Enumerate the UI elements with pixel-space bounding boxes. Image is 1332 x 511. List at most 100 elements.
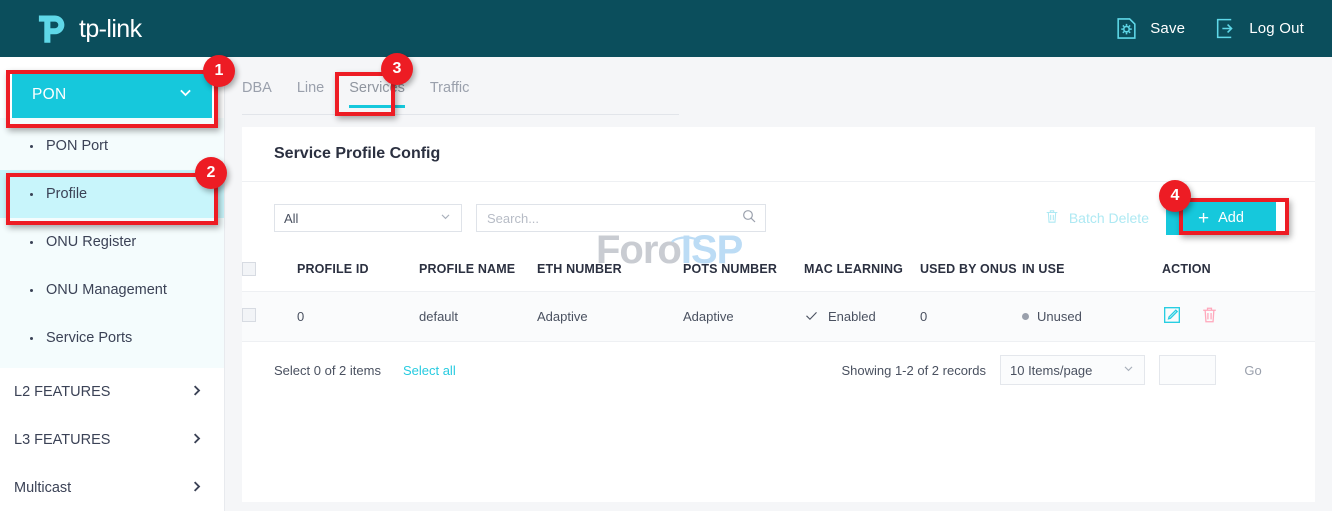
row-select-cell xyxy=(242,292,297,342)
status-dot-icon xyxy=(1022,313,1029,320)
filter-select[interactable]: All xyxy=(274,204,462,232)
search-icon[interactable] xyxy=(741,208,757,229)
top-header-bar: tp-link Save xyxy=(0,0,1332,57)
annotation-badge-4: 4 xyxy=(1159,180,1191,212)
status-badge: Unused xyxy=(1037,309,1082,324)
svg-text:tp-link: tp-link xyxy=(79,15,143,43)
sidebar-item-service-ports[interactable]: Service Ports xyxy=(0,314,224,362)
annotation-badge-1: 1 xyxy=(203,55,235,87)
chevron-down-icon xyxy=(177,84,194,106)
cell-eth-number: Adaptive xyxy=(537,292,683,342)
header-profile-id[interactable]: PROFILE ID xyxy=(297,254,419,292)
header-profile-name[interactable]: PROFILE NAME xyxy=(419,254,537,292)
row-checkbox[interactable] xyxy=(242,308,256,322)
header-eth-number[interactable]: ETH NUMBER xyxy=(537,254,683,292)
tab-line[interactable]: Line xyxy=(297,80,324,107)
edit-pencil-icon[interactable] xyxy=(1162,305,1182,328)
main-content: DBA Line Services Traffic Service Profil… xyxy=(225,57,1332,511)
table-footer: Select 0 of 2 items Select all Showing 1… xyxy=(242,342,1315,398)
cell-used-by-onus: 0 xyxy=(920,292,1022,342)
annotation-badge-2: 2 xyxy=(195,157,227,189)
filter-select-value: All xyxy=(284,211,439,226)
select-all-link[interactable]: Select all xyxy=(403,363,456,378)
go-button[interactable]: Go xyxy=(1230,355,1276,385)
sidebar-item-multicast[interactable]: Multicast xyxy=(0,464,224,511)
table-toolbar: All xyxy=(242,182,1315,254)
page-number-input[interactable] xyxy=(1160,356,1215,384)
bullet-icon xyxy=(30,241,33,244)
search-input[interactable] xyxy=(487,211,741,226)
save-button[interactable]: Save xyxy=(1114,16,1185,41)
bullet-icon xyxy=(30,337,33,340)
cell-profile-id: 0 xyxy=(297,292,419,342)
tab-traffic[interactable]: Traffic xyxy=(430,80,469,107)
save-gear-icon xyxy=(1114,16,1139,41)
table-row[interactable]: 0 default Adaptive Adaptive xyxy=(242,292,1315,342)
search-box[interactable] xyxy=(476,204,766,232)
pagination-controls: Showing 1-2 of 2 records 10 Items/page G… xyxy=(841,355,1276,385)
sidebar-item-label: Profile xyxy=(46,186,87,202)
header-pots-number[interactable]: POTS NUMBER xyxy=(683,254,804,292)
header-in-use[interactable]: IN USE xyxy=(1022,254,1162,292)
records-showing: Showing 1-2 of 2 records xyxy=(841,363,986,378)
chevron-right-icon xyxy=(189,431,204,450)
page-number-input-wrap[interactable] xyxy=(1159,355,1216,385)
sidebar-pon-label: PON xyxy=(32,86,67,104)
sidebar-submenu-pon: PON Port Profile ONU Register ONU Manage… xyxy=(0,118,224,368)
chevron-down-icon xyxy=(439,210,452,226)
table-header: PROFILE ID PROFILE NAME ETH NUMBER POTS … xyxy=(242,254,1315,292)
sidebar-group-label: Multicast xyxy=(14,480,71,496)
sidebar-item-pon-port[interactable]: PON Port xyxy=(0,122,224,170)
batch-delete-button[interactable]: Batch Delete xyxy=(1044,208,1149,228)
bullet-icon xyxy=(30,145,33,148)
table-header-row: PROFILE ID PROFILE NAME ETH NUMBER POTS … xyxy=(242,254,1315,292)
page-size-value: 10 Items/page xyxy=(1010,363,1122,378)
sidebar-item-label: Service Ports xyxy=(46,330,132,346)
header-action: ACTION xyxy=(1162,254,1315,292)
check-icon xyxy=(804,308,819,326)
logout-arrow-icon xyxy=(1213,16,1238,41)
header-mac-learning[interactable]: MAC LEARNING xyxy=(804,254,920,292)
cell-profile-name: default xyxy=(419,292,537,342)
chevron-right-icon xyxy=(189,383,204,402)
cell-in-use: Unused xyxy=(1022,292,1162,342)
tplink-logo[interactable]: tp-link xyxy=(33,12,201,46)
sidebar-group-label: L2 FEATURES xyxy=(14,384,110,400)
selection-count: Select 0 of 2 items xyxy=(274,363,381,378)
select-all-checkbox[interactable] xyxy=(242,262,256,276)
cell-pots-number: Adaptive xyxy=(683,292,804,342)
toolbar-actions: Batch Delete + Add xyxy=(1044,202,1276,235)
sidebar-item-onu-register[interactable]: ONU Register xyxy=(0,218,224,266)
mac-learning-value: Enabled xyxy=(828,309,876,324)
header-used-by-onus[interactable]: USED BY ONUS xyxy=(920,254,1022,292)
sidebar-item-l2-features[interactable]: L2 FEATURES xyxy=(0,368,224,416)
save-label: Save xyxy=(1150,20,1185,37)
sidebar-item-label: PON Port xyxy=(46,138,108,154)
sidebar-item-label: ONU Register xyxy=(46,234,136,250)
page-title: Service Profile Config xyxy=(242,127,1315,182)
sidebar-item-onu-management[interactable]: ONU Management xyxy=(0,266,224,314)
header-actions: Save Log Out xyxy=(1114,16,1304,41)
sidebar-navigation: PON PON Port Profile ONU Register xyxy=(0,57,225,511)
logout-button[interactable]: Log Out xyxy=(1213,16,1304,41)
tab-dba[interactable]: DBA xyxy=(242,80,272,107)
cell-mac-learning: Enabled xyxy=(804,292,920,342)
batch-delete-label: Batch Delete xyxy=(1069,210,1149,226)
sidebar-item-profile[interactable]: Profile xyxy=(0,170,224,218)
app-window: tp-link Save xyxy=(0,0,1332,511)
chevron-down-icon xyxy=(1122,362,1135,378)
trash-icon[interactable] xyxy=(1200,305,1219,328)
bullet-icon xyxy=(30,193,33,196)
sidebar-item-label: ONU Management xyxy=(46,282,167,298)
chevron-right-icon xyxy=(189,479,204,498)
plus-icon: + xyxy=(1198,209,1209,228)
sidebar-item-l3-features[interactable]: L3 FEATURES xyxy=(0,416,224,464)
service-profile-panel: Service Profile Config All xyxy=(242,127,1315,502)
select-all-header xyxy=(242,254,297,292)
service-profile-table: PROFILE ID PROFILE NAME ETH NUMBER POTS … xyxy=(242,254,1315,342)
trash-icon xyxy=(1044,208,1060,228)
page-size-select[interactable]: 10 Items/page xyxy=(1000,355,1145,385)
table-body: 0 default Adaptive Adaptive xyxy=(242,292,1315,342)
sidebar-item-pon[interactable]: PON xyxy=(12,71,212,118)
logout-label: Log Out xyxy=(1249,20,1304,37)
